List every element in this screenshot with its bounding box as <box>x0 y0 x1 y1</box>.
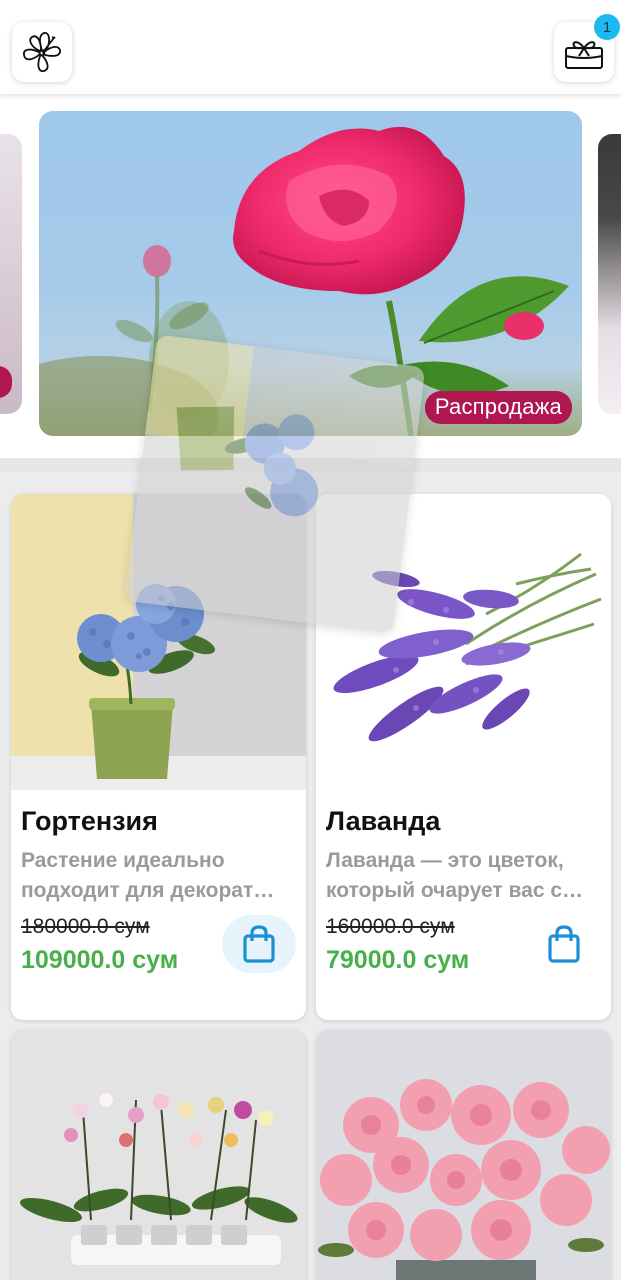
orchids-photo <box>11 1030 306 1280</box>
carousel-prev-card[interactable] <box>0 134 22 414</box>
top-app-bar: 1 <box>0 0 621 94</box>
sale-tag: Распродажа <box>424 391 572 424</box>
product-description: Растение идеально подходит для декорат… <box>21 846 299 906</box>
add-to-cart-button[interactable] <box>527 915 601 973</box>
product-card[interactable] <box>11 1030 306 1280</box>
product-card[interactable] <box>316 1030 611 1280</box>
description-line: Лаванда — это цветок, <box>326 849 564 872</box>
product-image <box>316 1030 611 1280</box>
hibiscus-flower-icon <box>23 32 61 72</box>
logo-button[interactable] <box>12 22 72 82</box>
description-line: Растение идеально <box>21 849 225 872</box>
description-line: подходит для декорат… <box>21 879 275 902</box>
shopping-bag-icon <box>548 925 580 963</box>
pink-roses-basket-photo <box>316 1030 611 1280</box>
drag-preview-hydrangea <box>124 334 426 634</box>
add-to-cart-button[interactable] <box>222 915 296 973</box>
old-price: 160000.0 сум <box>326 915 455 938</box>
product-description: Лаванда — это цветок, который очарует ва… <box>326 846 604 906</box>
app-screen: 1 Распродажа Гортензия Растение идеально… <box>0 0 621 1280</box>
cart-count-badge: 1 <box>594 14 620 40</box>
carousel-next-card[interactable] <box>598 134 621 414</box>
hydrangea-pot-photo <box>124 406 414 634</box>
old-price: 180000.0 сум <box>21 915 150 938</box>
cart-button[interactable]: 1 <box>554 14 620 82</box>
product-title: Лаванда <box>326 806 441 836</box>
description-line: который очарует вас с… <box>326 879 584 902</box>
product-title: Гортензия <box>21 806 158 836</box>
shopping-bag-icon <box>243 925 275 963</box>
sale-price: 79000.0 сум <box>326 946 470 974</box>
sale-price: 109000.0 сум <box>21 946 179 974</box>
sale-tag-partial <box>0 366 12 398</box>
product-image <box>11 1030 306 1280</box>
